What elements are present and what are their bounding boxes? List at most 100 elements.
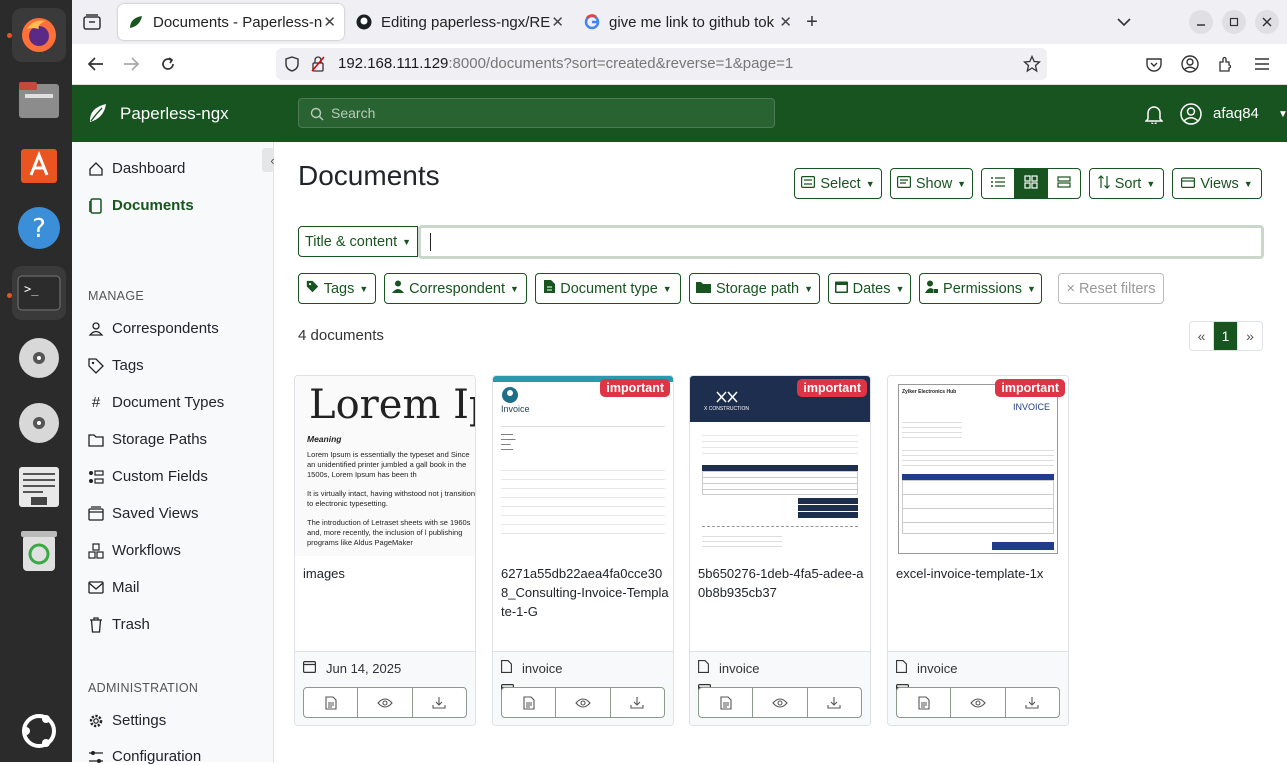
document-title[interactable]: images [303, 564, 471, 583]
user-menu-caret-icon[interactable]: ▼ [1271, 102, 1287, 126]
download-button[interactable] [413, 688, 466, 717]
document-thumbnail[interactable]: X CONSTRUCTION [690, 376, 870, 556]
view-details-button[interactable] [981, 168, 1015, 199]
tab-google[interactable]: give me link to github tok ✕ [574, 4, 800, 40]
user-avatar-icon[interactable] [1179, 102, 1203, 126]
brand-name[interactable]: Paperless-ngx [120, 104, 229, 124]
show-button[interactable]: Show ▼ [890, 168, 973, 199]
document-thumbnail[interactable]: Invoice ━━━━━ ━━━━━━ ━━━━ ━━━━━ [493, 376, 673, 556]
minimize-icon[interactable] [1189, 10, 1213, 34]
open-details-button[interactable] [699, 688, 754, 717]
pagination-page[interactable]: 1 [1214, 322, 1238, 350]
document-type-filter-button[interactable]: Document type ▼ [535, 273, 681, 304]
close-tab-icon[interactable]: ✕ [551, 13, 564, 31]
open-details-button[interactable] [502, 688, 557, 717]
preview-eye-button[interactable] [358, 688, 413, 717]
show-apps-icon[interactable] [12, 704, 66, 758]
document-card[interactable]: Lorem Ip Meaning Lorem Ipsum is essentia… [294, 375, 476, 726]
sidebar-item-storage-paths[interactable]: Storage Paths [88, 431, 207, 448]
tag-badge-important[interactable]: important [797, 379, 867, 397]
global-search-input[interactable]: Search [298, 98, 775, 128]
sidebar-item-dashboard[interactable]: Dashboard [88, 160, 185, 177]
document-title[interactable]: excel-invoice-template-1x [896, 564, 1064, 583]
pagination-prev[interactable]: « [1190, 322, 1214, 350]
sidebar-item-tags[interactable]: Tags [88, 357, 144, 374]
document-type[interactable]: invoice [501, 660, 562, 676]
document-title[interactable]: 6271a55db22aea4fa0cce308_Consulting-Invo… [501, 564, 669, 621]
view-large-cards-button[interactable] [1047, 168, 1081, 199]
back-icon[interactable] [84, 52, 108, 76]
disc-icon[interactable] [12, 396, 66, 450]
download-button[interactable] [611, 688, 664, 717]
sidebar-item-mail[interactable]: Mail [88, 579, 140, 596]
notification-bell-icon[interactable] [1142, 102, 1166, 126]
address-bar[interactable]: 192.168.111.129:8000/documents?sort=crea… [276, 48, 1047, 80]
sidebar-item-trash[interactable]: Trash [88, 616, 150, 633]
sidebar-item-settings[interactable]: Settings [88, 712, 166, 729]
preview-eye-button[interactable] [951, 688, 1006, 717]
terminal-icon[interactable]: >_ [12, 266, 66, 320]
sidebar-item-configuration[interactable]: Configuration [88, 748, 201, 765]
new-tab-icon[interactable]: + [800, 10, 824, 34]
sidebar-item-workflows[interactable]: Workflows [88, 542, 181, 559]
tag-badge-important[interactable]: important [995, 379, 1065, 397]
software-center-icon[interactable] [12, 136, 66, 190]
files-icon[interactable] [12, 73, 66, 127]
sidebar-item-correspondents[interactable]: Correspondents [88, 320, 219, 337]
tab-github[interactable]: Editing paperless-ngx/RE ✕ [346, 4, 572, 40]
preview-eye-button[interactable] [556, 688, 611, 717]
tab-list-chevron-icon[interactable] [1112, 10, 1136, 34]
insecure-lock-icon[interactable] [306, 52, 330, 76]
maximize-icon[interactable] [1222, 10, 1246, 34]
sort-button[interactable]: Sort ▼ [1089, 168, 1164, 199]
pocket-icon[interactable] [1142, 52, 1166, 76]
forward-icon[interactable] [119, 52, 143, 76]
tag-badge-important[interactable]: important [600, 379, 670, 397]
document-type[interactable]: invoice [698, 660, 759, 676]
help-icon[interactable]: ? [12, 201, 66, 255]
views-button[interactable]: Views ▼ [1172, 168, 1262, 199]
view-small-cards-button[interactable] [1014, 168, 1048, 199]
open-details-button[interactable] [897, 688, 952, 717]
title-content-filter-input[interactable] [418, 225, 1264, 259]
document-title[interactable]: 5b650276-1deb-4fa5-adee-a0b8b935cb37 [698, 564, 866, 602]
document-card[interactable]: X CONSTRUCTION important 5b650276-1deb-4… [689, 375, 871, 726]
correspondent-filter-button[interactable]: Correspondent ▼ [384, 273, 527, 304]
trash-icon[interactable] [12, 524, 66, 578]
document-thumbnail[interactable]: Zylker Electronics Hub INVOICE [888, 376, 1068, 556]
bookmark-star-icon[interactable] [1020, 52, 1044, 76]
username[interactable]: afaq84 [1213, 105, 1259, 122]
document-thumbnail[interactable]: Lorem Ip Meaning Lorem Ipsum is essentia… [295, 376, 475, 556]
download-button[interactable] [1006, 688, 1059, 717]
close-window-icon[interactable] [1255, 10, 1279, 34]
hamburger-menu-icon[interactable] [1250, 52, 1274, 76]
reload-icon[interactable] [156, 52, 180, 76]
storage-path-filter-button[interactable]: Storage path ▼ [689, 273, 820, 304]
disc-icon[interactable] [12, 331, 66, 385]
paperless-logo-icon[interactable] [86, 101, 110, 125]
reset-filters-button[interactable]: × Reset filters [1058, 273, 1164, 304]
extensions-icon[interactable] [1214, 52, 1238, 76]
text-editor-icon[interactable] [12, 460, 66, 514]
permissions-filter-button[interactable]: Permissions ▼ [919, 273, 1042, 304]
filter-mode-dropdown[interactable]: Title & content ▼ [298, 226, 418, 257]
tab-documents[interactable]: Documents - Paperless-ngx ✕ [118, 4, 344, 40]
open-details-button[interactable] [304, 688, 359, 717]
account-icon[interactable] [1178, 52, 1202, 76]
pagination-next[interactable]: » [1238, 322, 1262, 350]
close-tab-icon[interactable]: ✕ [779, 13, 792, 31]
shield-icon[interactable] [280, 52, 304, 76]
preview-eye-button[interactable] [753, 688, 808, 717]
document-card[interactable]: Invoice ━━━━━ ━━━━━━ ━━━━ ━━━━━ important 6… [492, 375, 674, 726]
close-tab-icon[interactable]: ✕ [323, 13, 336, 31]
firefox-icon[interactable] [12, 8, 66, 62]
dates-filter-button[interactable]: Dates ▼ [828, 273, 911, 304]
select-button[interactable]: Select ▼ [794, 168, 882, 199]
document-type[interactable]: invoice [896, 660, 957, 676]
sidebar-item-saved-views[interactable]: Saved Views [88, 505, 198, 522]
sidebar-item-custom-fields[interactable]: Custom Fields [88, 468, 208, 485]
document-card[interactable]: Zylker Electronics Hub INVOICE important… [887, 375, 1069, 726]
sidebar-item-document-types[interactable]: # Document Types [88, 394, 224, 411]
tab-overview-icon[interactable] [80, 10, 104, 34]
sidebar-item-documents[interactable]: Documents [88, 197, 194, 214]
